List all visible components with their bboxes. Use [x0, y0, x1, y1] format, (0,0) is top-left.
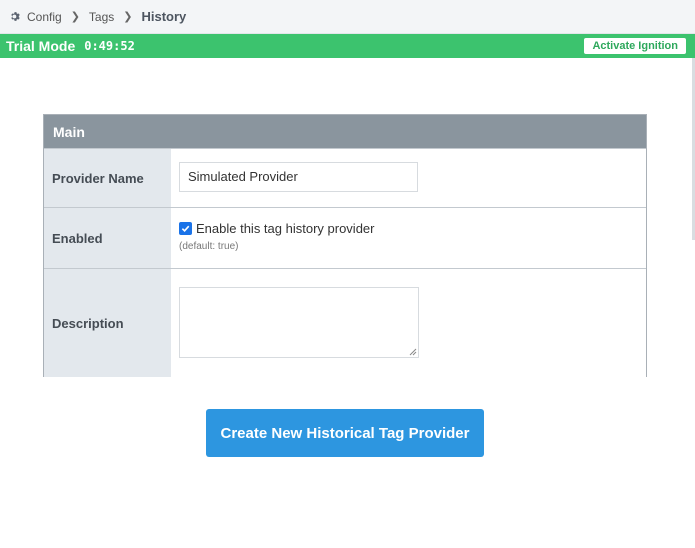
enabled-row: Enabled Enable this tag history provider… [44, 207, 646, 268]
trial-banner: Trial Mode 0:49:52 Activate Ignition [0, 34, 695, 58]
enabled-checkbox-label[interactable]: Enable this tag history provider [196, 221, 374, 236]
check-icon [181, 225, 190, 233]
trial-mode-label: Trial Mode [6, 38, 76, 54]
provider-name-row: Provider Name Simulated Provider [44, 148, 646, 207]
breadcrumb-item-tags[interactable]: Tags [89, 10, 114, 24]
enabled-checkbox-line[interactable]: Enable this tag history provider [179, 221, 374, 236]
description-label: Description [44, 269, 171, 377]
panel-header: Main [44, 115, 646, 148]
enabled-checkbox[interactable] [179, 222, 192, 235]
provider-name-label: Provider Name [44, 149, 171, 207]
enabled-default-hint: (default: true) [179, 241, 239, 252]
main-settings-panel: Main Provider Name Simulated Provider En… [43, 114, 647, 377]
chevron-right-icon: ❯ [123, 11, 133, 23]
trial-timer: 0:49:52 [84, 39, 135, 53]
chevron-right-icon: ❯ [70, 11, 80, 23]
description-field-cell [171, 269, 646, 377]
enabled-field-cell: Enable this tag history provider (defaul… [171, 208, 646, 268]
activate-ignition-button[interactable]: Activate Ignition [584, 38, 686, 54]
enabled-label: Enabled [44, 208, 171, 268]
breadcrumb-item-config[interactable]: Config [27, 10, 62, 24]
description-textarea[interactable] [179, 287, 419, 358]
resize-handle-icon[interactable] [409, 348, 417, 356]
gear-icon [11, 12, 20, 21]
create-provider-button[interactable]: Create New Historical Tag Provider [206, 409, 484, 457]
breadcrumb-current: History [141, 9, 187, 24]
description-row: Description [44, 268, 646, 377]
provider-name-input[interactable]: Simulated Provider [179, 162, 418, 192]
breadcrumb: Config ❯ Tags ❯ History [0, 0, 695, 34]
provider-name-field-cell: Simulated Provider [171, 149, 646, 207]
